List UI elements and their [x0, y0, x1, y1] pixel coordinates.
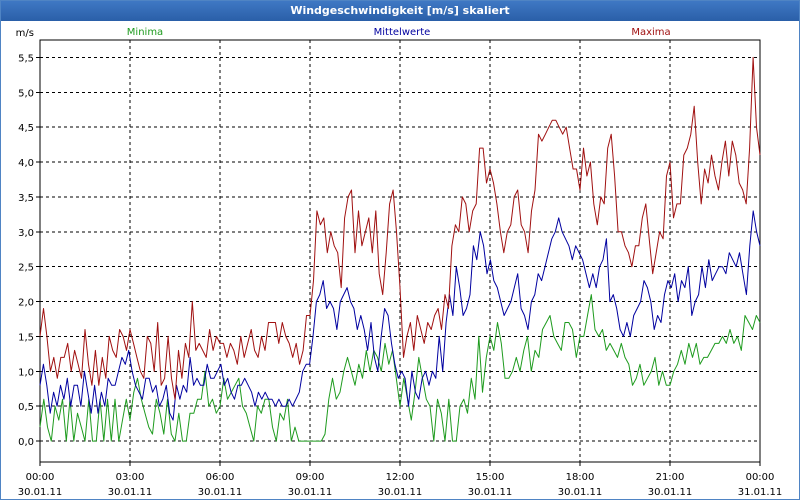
y-tick-label: 4,5 — [18, 123, 34, 134]
y-tick-label: 0,5 — [18, 402, 34, 413]
y-tick-label: 4,0 — [18, 158, 34, 169]
x-tick-label-time: 12:00 — [386, 472, 415, 483]
y-tick-label: 2,5 — [18, 263, 34, 274]
line-chart: 0,0 0,5 1,0 1,5 2,0 2,5 3,0 3,5 4,0 4,5 5,0 5,5 00:0… — [16, 27, 783, 498]
tick-labels: 0,0 0,5 1,0 1,5 2,0 2,5 3,0 3,5 4,0 4,5 5,0 5,5 00:0… — [16, 28, 783, 498]
x-tick-label-time: 06:00 — [206, 472, 235, 483]
legend-minima: Minima — [127, 27, 163, 38]
legend: Minima Mittelwerte Maxima — [127, 27, 671, 38]
x-tick-label-date: 30.01.11 — [558, 487, 603, 498]
x-tick-label-time: 15:00 — [476, 472, 505, 483]
x-tick-label-time: 00:00 — [26, 472, 55, 483]
y-tick-label: 0,0 — [18, 437, 34, 448]
x-tick-label-time: 18:00 — [566, 472, 595, 483]
y-tick-label: 2,0 — [18, 298, 34, 309]
legend-maxima: Maxima — [631, 27, 670, 38]
x-tick-label-date: 31.01.11 — [738, 487, 783, 498]
x-tick-label-time: 21:00 — [656, 472, 685, 483]
x-tick-label-time: 03:00 — [116, 472, 145, 483]
y-tick-label: 3,0 — [18, 228, 34, 239]
x-tick-label-date: 30.01.11 — [288, 487, 333, 498]
y-axis-label: m/s — [16, 28, 34, 39]
x-tick-label-date: 30.01.11 — [198, 487, 243, 498]
y-tick-label: 1,5 — [18, 332, 34, 343]
y-tick-label: 1,0 — [18, 367, 34, 378]
x-tick-label-date: 30.01.11 — [108, 487, 153, 498]
x-tick-label-date: 30.01.11 — [18, 487, 63, 498]
x-tick-label-date: 30.01.11 — [468, 487, 513, 498]
x-tick-label-date: 30.01.11 — [378, 487, 423, 498]
x-tick-label-time: 09:00 — [296, 472, 325, 483]
y-tick-label: 5,0 — [18, 88, 34, 99]
legend-mittelwerte: Mittelwerte — [374, 27, 431, 38]
y-tick-label: 3,5 — [18, 193, 34, 204]
x-tick-label-date: 30.01.11 — [648, 487, 693, 498]
y-tick-label: 5,5 — [18, 53, 34, 64]
x-tick-label-time: 00:00 — [746, 472, 775, 483]
grid — [40, 40, 760, 462]
